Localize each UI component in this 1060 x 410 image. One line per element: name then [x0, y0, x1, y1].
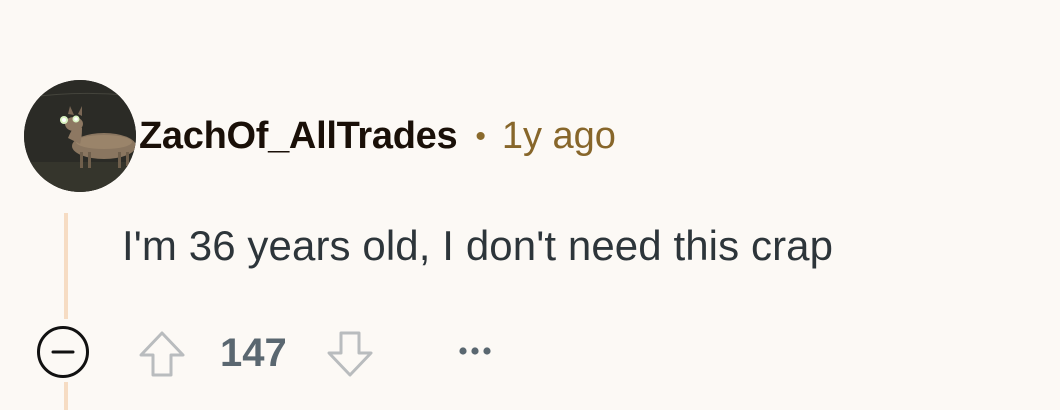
downvote-arrow-icon[interactable]	[324, 328, 376, 380]
meta-separator: •	[475, 120, 486, 153]
collapse-minus-icon[interactable]	[36, 325, 90, 379]
deer-photo	[24, 80, 136, 192]
vote-score: 147	[220, 331, 287, 375]
more-options-icon[interactable]	[454, 336, 496, 366]
comment-actions: 147	[36, 322, 536, 382]
user-avatar[interactable]	[24, 80, 136, 192]
upvote-arrow-icon[interactable]	[136, 328, 188, 380]
username-link[interactable]: ZachOf_AllTrades	[139, 115, 458, 158]
comment-body: I'm 36 years old, I don't need this crap	[122, 222, 834, 269]
timestamp[interactable]: 1y ago	[502, 115, 616, 158]
comment-header: ZachOf_AllTrades • 1y ago	[139, 112, 616, 160]
thread-line-lower[interactable]	[64, 382, 68, 410]
comment: ZachOf_AllTrades • 1y ago I'm 36 years o…	[0, 0, 1060, 410]
thread-line[interactable]	[64, 213, 68, 319]
